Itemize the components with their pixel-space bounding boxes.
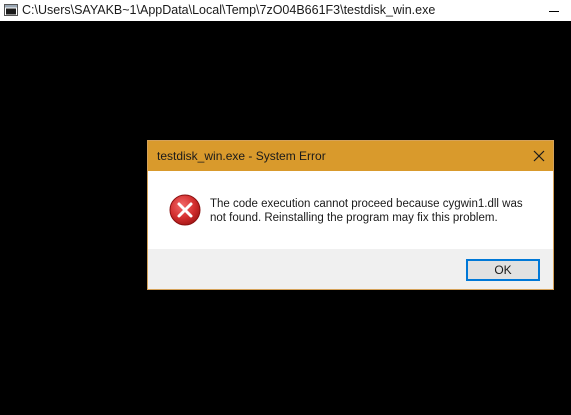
error-x-icon xyxy=(169,194,201,226)
error-message: The code execution cannot proceed becaus… xyxy=(210,198,523,224)
console-app-icon xyxy=(4,4,18,16)
minimize-icon xyxy=(548,11,559,12)
ok-button[interactable]: OK xyxy=(466,259,540,281)
system-error-dialog: testdisk_win.exe - System Error The code… xyxy=(147,140,554,290)
dialog-footer: OK xyxy=(148,249,553,289)
console-titlebar[interactable]: C:\Users\SAYAKB~1\AppData\Local\Temp\7zO… xyxy=(0,0,571,21)
dialog-close-button[interactable] xyxy=(524,141,553,171)
dialog-body: The code execution cannot proceed becaus… xyxy=(148,171,553,249)
close-icon xyxy=(533,150,544,162)
dialog-titlebar[interactable]: testdisk_win.exe - System Error xyxy=(148,141,553,171)
console-window-title: C:\Users\SAYAKB~1\AppData\Local\Temp\7zO… xyxy=(22,3,436,17)
dialog-title: testdisk_win.exe - System Error xyxy=(157,149,326,163)
console-minimize-button[interactable] xyxy=(536,0,571,21)
